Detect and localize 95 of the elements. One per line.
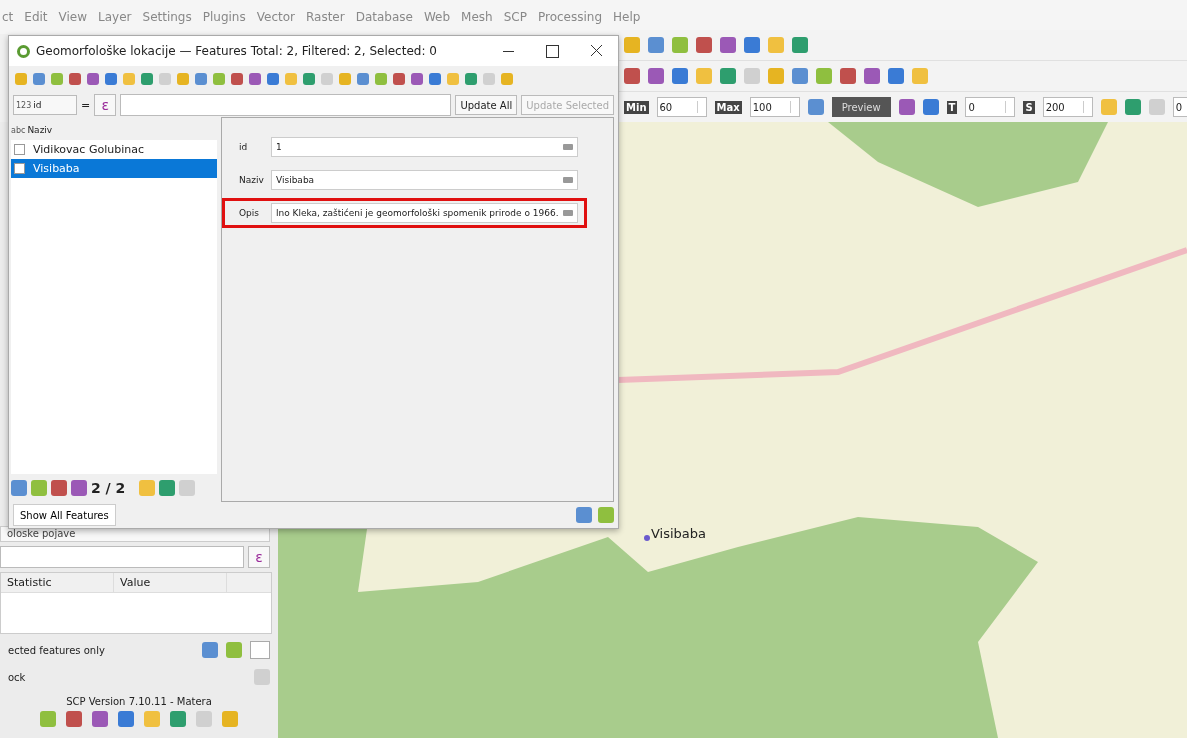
menu-item[interactable]: Database [355,10,413,24]
filter-button[interactable]: Show All Features [13,504,116,526]
expression-field[interactable] [0,546,244,568]
menu-item[interactable]: Processing [537,10,602,24]
menu-item[interactable]: Mesh [461,10,493,24]
tool-icon[interactable] [159,480,176,496]
spin-label: Max [714,100,742,114]
tool-icon[interactable] [1124,99,1141,115]
clear-icon[interactable] [563,177,573,183]
spin-label: Min [624,100,649,114]
menu-item[interactable]: Layer [98,10,132,24]
tool-icon[interactable] [213,73,225,85]
text-field[interactable]: 1 [271,137,578,157]
menu-item[interactable]: SCP [503,10,527,24]
spin-label: S [1023,100,1035,114]
checkbox[interactable] [14,163,25,174]
expression-field[interactable] [120,94,452,116]
spin-label: T [946,100,958,114]
tool-icon[interactable] [51,480,67,496]
update-all-button[interactable]: Update All [455,95,518,115]
tool-icon[interactable] [303,73,315,85]
tool-icon[interactable] [672,68,688,84]
map-label: Visibaba [651,526,707,541]
spin-field[interactable]: 100 [749,97,800,117]
clear-icon[interactable] [563,144,573,150]
spin-field[interactable]: 0 [1172,97,1187,117]
list-item[interactable]: Vidikovac Golubinac [11,140,217,159]
tool-icon[interactable] [465,73,477,85]
tool-icon[interactable] [864,68,880,84]
field-dropdown[interactable]: 123 id [13,95,77,115]
tool-icon[interactable] [267,73,279,85]
expression-button[interactable]: ε [248,546,270,568]
list-item[interactable]: Visibaba [11,159,217,178]
tool-icon[interactable] [648,68,664,84]
column-header[interactable]: Value [114,573,227,592]
dock-title: ock [8,671,27,683]
field-label: Naziv [239,175,265,185]
menu-item[interactable]: Vector [256,10,295,24]
more-button[interactable] [250,641,270,659]
column-header[interactable]: Statistic [1,573,114,592]
tool-icon[interactable] [195,73,207,85]
menu-item[interactable]: Help [613,10,641,24]
spin-field[interactable]: 60 [656,97,707,117]
close-button[interactable] [591,44,602,56]
tool-icon[interactable] [249,73,261,85]
menu-item[interactable]: Raster [305,10,345,24]
app-logo-icon [17,44,30,58]
spin-field[interactable]: 0 [965,97,1016,117]
tool-icon[interactable] [429,73,441,85]
tool-icon[interactable] [744,37,760,53]
tool-icon[interactable] [105,73,117,85]
field-label: Opis [239,208,260,218]
clear-icon[interactable] [563,210,573,216]
tool-icon[interactable] [69,73,81,85]
tool-icon[interactable] [807,99,824,115]
checkbox[interactable] [14,144,25,155]
expression-button[interactable]: ε [94,94,117,116]
tool-icon[interactable] [720,37,736,53]
tool-icon[interactable] [840,68,856,84]
text-field[interactable]: lno Kleka, zaštićeni je geomorfološki spomenik prirode o 1966. [271,203,578,223]
tool-icon[interactable] [66,711,82,727]
tool-icon[interactable] [898,99,915,115]
tool-icon[interactable] [231,73,243,85]
list-header[interactable]: abc Naziv [11,120,217,140]
tool-icon[interactable] [411,73,423,85]
field-label: id [239,142,249,152]
menu-item[interactable]: Settings [142,10,192,24]
window-title: Geomorfološke lokacije — Features Total: 2, Filtered: 2, Selected: 0 [36,44,438,58]
maximize-button[interactable] [546,44,559,58]
menu-item[interactable]: View [58,10,88,24]
tool-icon[interactable] [922,99,939,115]
record-counter: 2 / 2 [91,480,126,496]
tool-icon[interactable] [87,73,99,85]
tool-icon[interactable] [51,73,63,85]
tool-icon[interactable] [357,73,369,85]
tool-icon[interactable] [375,73,387,85]
preview-button[interactable]: Preview [831,97,891,117]
tool-icon[interactable] [888,68,904,84]
tool-icon[interactable] [696,37,712,53]
tool-icon[interactable] [393,73,405,85]
tool-icon[interactable] [92,711,108,727]
menu-item[interactable]: Plugins [202,10,246,24]
tool-icon[interactable] [141,73,153,85]
tool-icon[interactable] [624,68,640,84]
point-marker [644,535,650,541]
version-text: SCP Version 7.10.11 - Matera [65,696,213,707]
text-field[interactable]: Visibaba [271,170,578,190]
menu-item[interactable]: Web [423,10,451,24]
checkbox-label: ected features only [8,644,106,656]
menu-item[interactable]: Edit [24,10,48,24]
spin-field[interactable]: 200 [1042,97,1093,117]
tool-icon[interactable] [71,480,87,496]
menu-item[interactable]: ct [2,10,14,24]
equals-sign: = [81,98,91,112]
tool-icon[interactable] [33,73,45,85]
